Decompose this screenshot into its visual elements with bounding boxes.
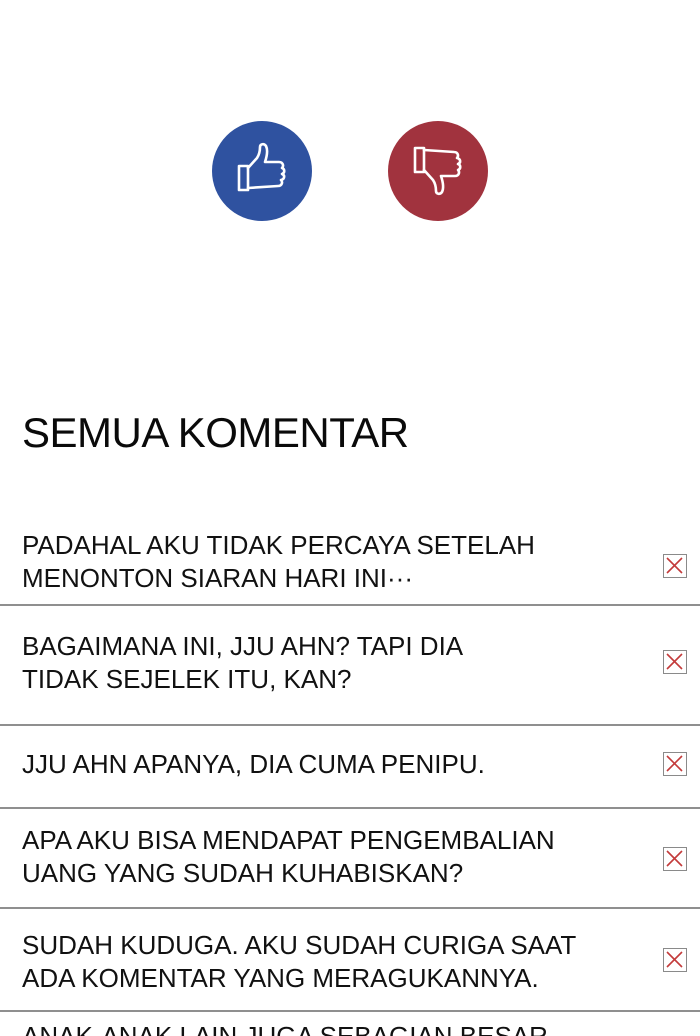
delete-comment-button[interactable] [663, 650, 687, 674]
delete-comment-button[interactable] [663, 847, 687, 871]
close-box-icon [666, 755, 683, 772]
comment-item: ANAK-ANAK LAIN JUGA SEBAGIAN BESAR [0, 1012, 700, 1036]
comment-text: BAGAIMANA INI, JJU AHN? TAPI DIA TIDAK S… [22, 631, 464, 694]
comment-text: PADAHAL AKU TIDAK PERCAYA SETELAH MENONT… [22, 530, 535, 593]
section-title: SEMUA KOMENTAR [22, 409, 409, 456]
close-box-icon [666, 653, 683, 670]
close-box-icon [666, 850, 683, 867]
comment-item: BAGAIMANA INI, JJU AHN? TAPI DIA TIDAK S… [0, 606, 700, 724]
comment-item: JJU AHN APANYA, DIA CUMA PENIPU. [0, 726, 700, 808]
delete-comment-button[interactable] [663, 752, 687, 776]
delete-comment-button[interactable] [663, 948, 687, 972]
close-box-icon [666, 951, 683, 968]
comment-item: APA AKU BISA MENDAPAT PENGEMBALIAN UANG … [0, 809, 700, 907]
comments-page: SEMUA KOMENTAR PADAHAL AKU TIDAK PERCAYA… [0, 0, 700, 1036]
comment-text: ANAK-ANAK LAIN JUGA SEBAGIAN BESAR [22, 1021, 548, 1036]
dislike-button[interactable] [388, 121, 488, 221]
comment-text: APA AKU BISA MENDAPAT PENGEMBALIAN UANG … [22, 825, 555, 888]
comment-item: SUDAH KUDUGA. AKU SUDAH CURIGA SAAT ADA … [0, 909, 700, 1009]
delete-comment-button[interactable] [663, 554, 687, 578]
comment-item: PADAHAL AKU TIDAK PERCAYA SETELAH MENONT… [0, 527, 700, 605]
close-box-icon [666, 557, 683, 574]
comment-text: JJU AHN APANYA, DIA CUMA PENIPU. [22, 749, 485, 779]
thumbs-up-icon [231, 138, 293, 205]
comment-text: SUDAH KUDUGA. AKU SUDAH CURIGA SAAT ADA … [22, 930, 577, 993]
like-button[interactable] [212, 121, 312, 221]
thumbs-down-icon [407, 138, 469, 205]
